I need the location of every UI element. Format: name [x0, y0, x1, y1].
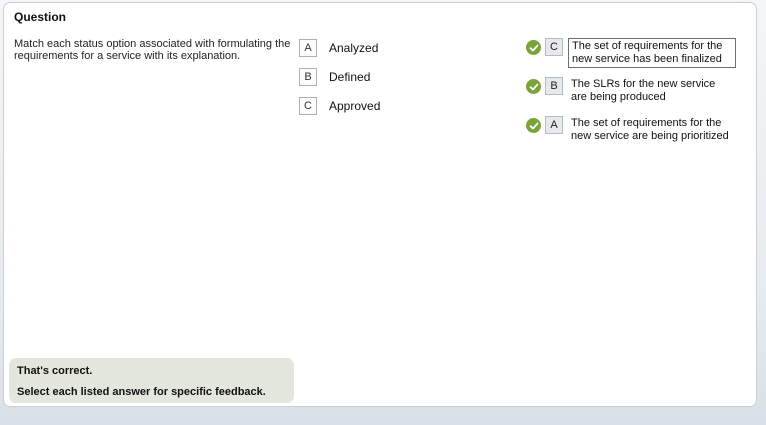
feedback-box: That's correct. Select each listed answe… [9, 358, 294, 403]
answer-drop-box[interactable]: A [545, 116, 563, 134]
feedback-instruction: Select each listed answer for specific f… [17, 386, 266, 398]
target-row-2: B The SLRs for the new service are being… [526, 77, 736, 105]
checkmark-icon [526, 40, 541, 55]
panel-title: Question [14, 10, 67, 24]
feedback-result: That's correct. [17, 365, 93, 377]
choice-b[interactable]: B Defined [299, 67, 370, 87]
question-text: Match each status option associated with… [14, 38, 291, 62]
checkmark-icon [526, 118, 541, 133]
choice-label: Defined [329, 70, 371, 84]
choice-letter-box[interactable]: B [299, 68, 317, 86]
choice-letter-box[interactable]: C [299, 97, 317, 115]
target-description: The SLRs for the new service are being p… [571, 78, 716, 103]
choice-label: Approved [329, 99, 381, 113]
target-description: The set of requirements for the new serv… [571, 117, 729, 142]
target-description: The set of requirements for the new serv… [568, 38, 736, 68]
choice-letter-box[interactable]: A [299, 39, 317, 57]
choice-c[interactable]: C Approved [299, 96, 380, 116]
answer-drop-box[interactable]: B [545, 77, 563, 95]
checkmark-icon [526, 79, 541, 94]
target-row-3: A The set of requirements for the new se… [526, 116, 736, 144]
choice-a[interactable]: A Analyzed [299, 38, 378, 58]
target-row-1: C The set of requirements for the new se… [526, 38, 736, 68]
choice-label: Analyzed [329, 41, 379, 55]
question-panel: Question Match each status option associ… [3, 2, 757, 407]
answer-drop-box[interactable]: C [545, 38, 563, 56]
